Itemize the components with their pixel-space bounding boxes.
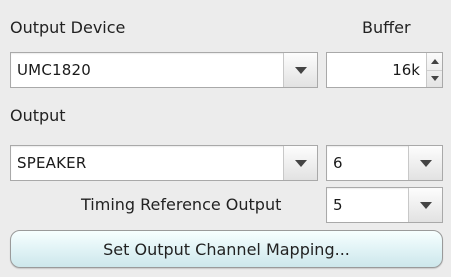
chevron-down-icon bbox=[430, 76, 439, 82]
buffer-decrement-button[interactable] bbox=[427, 71, 442, 88]
buffer-label: Buffer bbox=[362, 18, 411, 37]
output-channel-dropdown-button[interactable] bbox=[408, 146, 442, 180]
set-output-channel-mapping-button[interactable]: Set Output Channel Mapping... bbox=[10, 230, 443, 268]
timing-reference-output-value: 5 bbox=[333, 196, 343, 214]
timing-reference-dropdown-button[interactable] bbox=[408, 188, 442, 222]
output-settings-panel: Output Device Buffer UMC1820 16k Output … bbox=[0, 0, 451, 277]
timing-reference-output-select[interactable]: 5 bbox=[326, 187, 443, 223]
output-device-label: Output Device bbox=[10, 18, 126, 37]
output-device-value: UMC1820 bbox=[17, 61, 91, 79]
buffer-value: 16k bbox=[392, 61, 420, 79]
buffer-stepper[interactable] bbox=[426, 53, 442, 87]
buffer-spinner[interactable]: 16k bbox=[326, 52, 443, 88]
output-value: SPEAKER bbox=[17, 154, 87, 172]
chevron-down-icon bbox=[419, 159, 432, 167]
output-select[interactable]: SPEAKER bbox=[10, 145, 318, 181]
chevron-up-icon bbox=[430, 58, 439, 64]
buffer-increment-button[interactable] bbox=[427, 53, 442, 71]
output-device-dropdown-button[interactable] bbox=[283, 53, 317, 87]
output-channel-value: 6 bbox=[333, 154, 343, 172]
output-dropdown-button[interactable] bbox=[283, 146, 317, 180]
chevron-down-icon bbox=[419, 201, 432, 209]
output-device-select[interactable]: UMC1820 bbox=[10, 52, 318, 88]
timing-reference-output-label: Timing Reference Output bbox=[81, 195, 282, 214]
output-label: Output bbox=[10, 106, 66, 125]
chevron-down-icon bbox=[294, 66, 307, 74]
chevron-down-icon bbox=[294, 159, 307, 167]
output-channel-select[interactable]: 6 bbox=[326, 145, 443, 181]
